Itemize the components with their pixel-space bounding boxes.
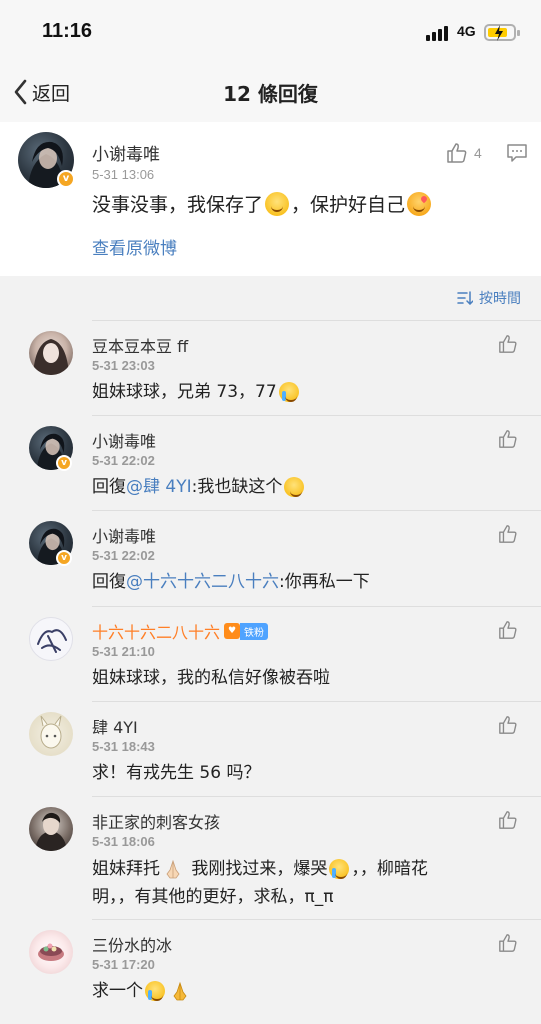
reply-author[interactable]: 豆本豆本豆 ff (92, 333, 188, 357)
list-item: 三份水的冰 5-31 17:20 求一个 (0, 919, 541, 1024)
reply-author[interactable]: 肆 4YI (92, 714, 138, 738)
like-button[interactable] (498, 429, 518, 453)
mention-link[interactable]: @十六十六二八十六 (126, 572, 279, 592)
like-count: 4 (474, 145, 482, 161)
list-item: 肆 4YI 5-31 18:43 求！有戎先生 56 吗？ (0, 701, 541, 796)
network-type: 4G (457, 23, 476, 39)
list-item: 十六十六二八十六 ♥ 铁粉 5-31 21:10 姐妹球球，我的私信好像被吞啦 (0, 606, 541, 701)
signal-icon (426, 25, 452, 41)
thumbs-up-icon (499, 716, 517, 734)
reply-time: 5-31 21:10 (92, 644, 155, 659)
list-item: v 小谢毒唯 5-31 22:02 回復@肆 4YI:我也缺这个 (0, 415, 541, 510)
avatar[interactable] (29, 930, 73, 974)
sort-row: 按時間 (0, 276, 541, 320)
list-item: 豆本豆本豆 ff 5-31 23:03 姐妹球球，兄弟 73，77 (0, 320, 541, 415)
comment-text-part1: 没事没事，我保存了 (92, 194, 264, 216)
comment-icon (507, 144, 527, 162)
crying-emoji-icon (329, 859, 350, 879)
like-button[interactable] (498, 620, 518, 644)
avatar[interactable] (29, 807, 73, 851)
divider (92, 701, 541, 702)
divider (92, 510, 541, 511)
like-button[interactable] (498, 810, 518, 834)
thumbs-up-icon (447, 143, 467, 163)
heart-icon: ♥ (224, 623, 241, 639)
divider (92, 320, 541, 321)
thumbs-up-icon (499, 335, 517, 353)
sort-by-time-button[interactable]: 按時間 (457, 288, 521, 308)
divider (92, 796, 541, 797)
thumbs-up-icon (499, 525, 517, 543)
list-item: 非正家的刺客女孩 5-31 18:06 姐妹拜托 我刚找过来，爆哭 ，，柳暗花明，… (0, 796, 541, 919)
like-button[interactable] (498, 933, 518, 957)
laughing-emoji-icon (284, 477, 305, 497)
reply-text: 回復@十六十六二八十六:你再私一下 (92, 572, 370, 592)
author-name[interactable]: 小谢毒唯 (92, 140, 160, 165)
reply-list: 豆本豆本豆 ff 5-31 23:03 姐妹球球，兄弟 73，77 v 小谢毒唯… (0, 320, 541, 1024)
list-item: v 小谢毒唯 5-31 22:02 回復@十六十六二八十六:你再私一下 (0, 510, 541, 606)
prayer-hands-icon (166, 859, 180, 879)
reply-time: 5-31 17:20 (92, 957, 155, 972)
smile-emoji-icon (265, 191, 290, 216)
divider (92, 415, 541, 416)
verified-badge-icon: v (56, 455, 72, 471)
divider (92, 606, 541, 607)
reply-author[interactable]: 十六十六二八十六 ♥ 铁粉 (92, 619, 269, 643)
comment-text-part2: ，保护好自己 (291, 194, 406, 216)
fan-badge-label: 铁粉 (240, 622, 269, 640)
fan-badge: ♥ 铁粉 (224, 622, 269, 640)
reply-text: 姐妹球球，兄弟 73，77 (92, 379, 462, 405)
like-button[interactable] (498, 334, 518, 358)
avatar[interactable] (29, 712, 73, 756)
avatar[interactable] (29, 617, 73, 661)
original-comment: v 小谢毒唯 5-31 13:06 没事没事，我保存了 ，保护好自己 查看原微博… (0, 122, 541, 276)
reply-text: 姐妹球球，我的私信好像被吞啦 (92, 668, 330, 688)
reply-text: 求！有戎先生 56 吗？ (92, 763, 261, 783)
verified-badge-icon: v (56, 550, 72, 566)
thumbs-up-icon (499, 621, 517, 639)
reply-text: 回復@肆 4YI:我也缺这个 (92, 474, 462, 500)
comment-button[interactable] (506, 143, 528, 167)
reply-time: 5-31 18:43 (92, 739, 155, 754)
verified-badge-icon: v (57, 170, 75, 188)
sort-icon (457, 291, 473, 305)
battery-icon (484, 24, 520, 41)
prayer-hands-icon (173, 981, 187, 1001)
sort-label: 按時間 (479, 291, 521, 307)
nav-bar: 返回 12 條回復 (0, 64, 541, 122)
crying-emoji-icon (145, 981, 165, 1001)
like-button[interactable]: 4 (446, 142, 482, 164)
comment-text: 没事没事，我保存了 ，保护好自己 (92, 190, 433, 217)
reply-author[interactable]: 非正家的刺客女孩 (92, 809, 220, 833)
reply-time: 5-31 23:03 (92, 358, 155, 373)
page-title: 12 條回復 (223, 82, 318, 106)
reply-time: 5-31 22:02 (92, 453, 155, 468)
avatar[interactable] (29, 331, 73, 375)
thumbs-up-icon (499, 811, 517, 829)
crying-emoji-icon (278, 382, 299, 402)
like-button[interactable] (498, 715, 518, 739)
mention-link[interactable]: @肆 4YI (126, 477, 192, 497)
reply-text: 姐妹拜托 我刚找过来，爆哭 ，，柳暗花明，，有其他的更好，求私，π_π (92, 859, 428, 907)
status-bar: 11:16 4G (0, 0, 541, 64)
reply-author[interactable]: 小谢毒唯 (92, 428, 156, 452)
comment-time: 5-31 13:06 (92, 167, 155, 182)
divider (92, 919, 541, 920)
status-time: 11:16 (42, 20, 93, 42)
thumbs-up-icon (499, 430, 517, 448)
blow-kiss-emoji-icon (407, 191, 432, 216)
reply-author[interactable]: 小谢毒唯 (92, 523, 156, 547)
thumbs-up-icon (499, 934, 517, 952)
reply-text: 求一个 (92, 978, 462, 1004)
view-original-link[interactable]: 查看原微博 (92, 234, 177, 259)
reply-time: 5-31 22:02 (92, 548, 155, 563)
like-button[interactable] (498, 524, 518, 548)
reply-time: 5-31 18:06 (92, 834, 155, 849)
reply-author[interactable]: 三份水的冰 (92, 932, 172, 956)
